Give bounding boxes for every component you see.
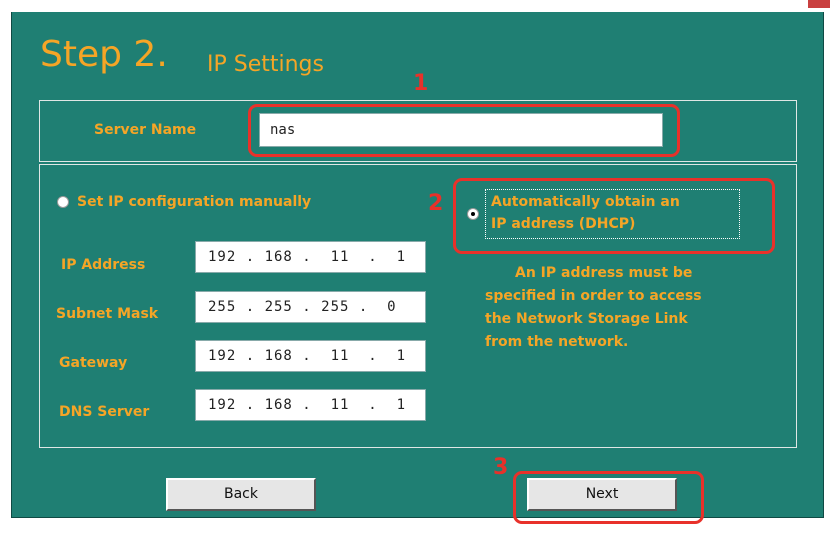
back-button[interactable]: Back <box>166 478 316 511</box>
subnet-mask-input[interactable]: 255 . 255 . 255 . 0 <box>195 291 426 323</box>
step-number: Step 2. <box>40 34 168 75</box>
highlight-server-name <box>248 104 680 157</box>
gateway-label: Gateway <box>59 355 128 371</box>
annotation-marker-3: 3 <box>493 455 509 480</box>
note-line2: specified in order to access <box>485 288 702 304</box>
highlight-dhcp <box>453 178 775 254</box>
window-title-bar <box>0 0 830 12</box>
server-name-label: Server Name <box>94 122 197 138</box>
highlight-next <box>513 471 704 524</box>
gateway-input[interactable]: 192 . 168 . 11 . 1 <box>195 340 426 372</box>
page-title: IP Settings <box>207 52 324 77</box>
note-line4: from the network. <box>485 334 629 350</box>
note-line3: the Network Storage Link <box>485 311 688 327</box>
ip-address-label: IP Address <box>61 257 146 273</box>
manual-config-label[interactable]: Set IP configuration manually <box>77 194 311 210</box>
ip-requirement-note: An IP address must be specified in order… <box>485 262 785 354</box>
dns-server-input[interactable]: 192 . 168 . 11 . 1 <box>195 389 426 421</box>
dns-server-label: DNS Server <box>59 404 150 420</box>
ip-address-input[interactable]: 192 . 168 . 11 . 1 <box>195 241 426 273</box>
annotation-marker-2: 2 <box>428 191 444 216</box>
close-icon[interactable] <box>808 0 830 8</box>
manual-config-radio[interactable] <box>57 196 69 208</box>
annotation-marker-1: 1 <box>413 71 429 96</box>
subnet-mask-label: Subnet Mask <box>56 306 159 322</box>
note-line1: An IP address must be <box>515 265 693 281</box>
